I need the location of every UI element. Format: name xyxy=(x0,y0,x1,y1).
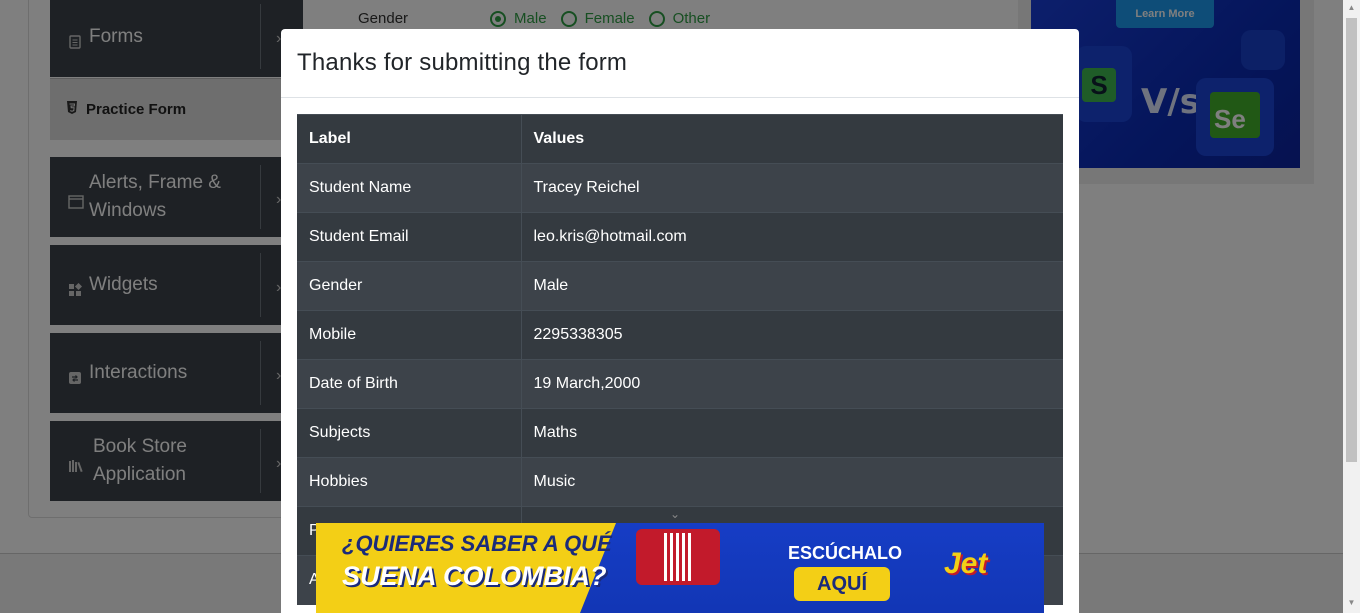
row-value: Maths xyxy=(521,408,1063,458)
ad-headline-line2: SUENA COLOMBIA? xyxy=(342,561,607,591)
table-row: Gender Male xyxy=(297,261,1063,311)
scrollbar-thumb[interactable] xyxy=(1346,18,1357,462)
row-label: Student Email xyxy=(297,212,522,262)
table-row: Student Email leo.kris@hotmail.com xyxy=(297,212,1063,262)
table-row: Date of Birth 19 March,2000 xyxy=(297,359,1063,409)
ad-cta-heading: ESCÚCHALO xyxy=(788,543,903,563)
modal-title: Thanks for submitting the form xyxy=(297,49,628,76)
column-header-values: Values xyxy=(521,114,1063,164)
scroll-up-arrow-icon[interactable]: ▲ xyxy=(1346,3,1357,15)
column-header-label: Label xyxy=(297,114,522,164)
row-value: Male xyxy=(521,261,1063,311)
row-value: Tracey Reichel xyxy=(521,163,1063,213)
modal-header: Thanks for submitting the form xyxy=(281,29,1079,98)
row-value: 19 March,2000 xyxy=(521,359,1063,409)
chevron-down-icon[interactable]: ⌄ xyxy=(670,507,680,521)
row-label: Date of Birth xyxy=(297,359,522,409)
row-value: 2295338305 xyxy=(521,310,1063,360)
table-row: Hobbies Music xyxy=(297,457,1063,507)
row-label: Subjects xyxy=(297,408,522,458)
scroll-down-arrow-icon[interactable]: ▼ xyxy=(1346,598,1357,610)
row-value: leo.kris@hotmail.com xyxy=(521,212,1063,262)
table-row: Subjects Maths xyxy=(297,408,1063,458)
ad-headline-line1: ¿QUIERES SABER A QUÉ xyxy=(342,531,612,556)
row-label: Student Name xyxy=(297,163,522,213)
ad-banner-bottom[interactable]: ¿QUIERES SABER A QUÉ SUENA COLOMBIA? ESC… xyxy=(316,523,1044,613)
row-value: Music xyxy=(521,457,1063,507)
row-label: Gender xyxy=(297,261,522,311)
table-row: Mobile 2295338305 xyxy=(297,310,1063,360)
accordion-icon xyxy=(636,529,720,585)
row-label: Hobbies xyxy=(297,457,522,507)
brand-logo: Jet xyxy=(944,547,988,580)
row-label: Mobile xyxy=(297,310,522,360)
ad-cta-button[interactable]: AQUÍ xyxy=(794,567,890,601)
table-header-row: Label Values xyxy=(297,114,1063,164)
table-row: Student Name Tracey Reichel xyxy=(297,163,1063,213)
